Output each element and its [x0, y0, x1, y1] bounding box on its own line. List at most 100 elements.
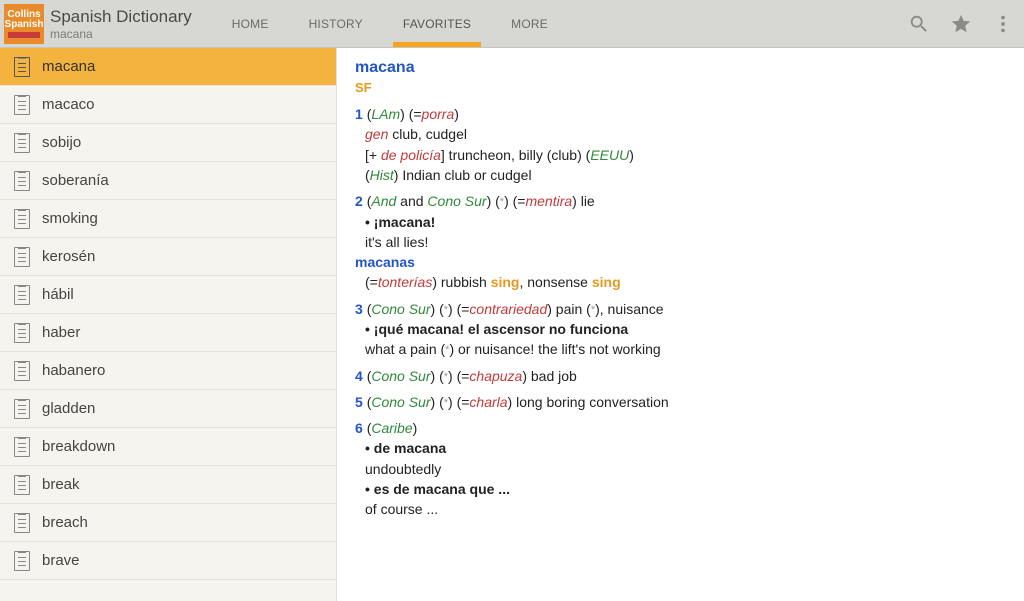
- word-item[interactable]: hábil: [0, 276, 336, 314]
- document-icon: [14, 551, 30, 571]
- sense-line: of course ...: [365, 499, 1006, 519]
- search-icon[interactable]: [898, 0, 940, 48]
- sense-line: • ¡qué macana! el ascensor no funciona: [365, 319, 1006, 339]
- seg-plain: ) (=: [504, 193, 525, 209]
- word-item[interactable]: macaco: [0, 86, 336, 124]
- word-item[interactable]: habanero: [0, 352, 336, 390]
- sense-line: what a pain (*) or nuisance! the lift's …: [365, 339, 1006, 359]
- word-label: haber: [42, 324, 80, 341]
- seg-bold: ¡macana!: [374, 214, 435, 230]
- word-label: habanero: [42, 362, 105, 379]
- sense-line: • de macana: [365, 438, 1006, 458]
- seg-bold: ¡qué macana! el ascensor no funciona: [374, 321, 628, 337]
- sense-block: 6 (Caribe)• de macanaundoubtedly• es de …: [355, 418, 1006, 519]
- app-logo: Collins Spanish: [4, 4, 44, 44]
- document-icon: [14, 247, 30, 267]
- overflow-icon[interactable]: [982, 0, 1024, 48]
- title-column: Spanish Dictionary macana: [50, 7, 192, 41]
- word-label: break: [42, 476, 80, 493]
- sense-number: 6: [355, 420, 367, 436]
- document-icon: [14, 361, 30, 381]
- sense-line: 6 (Caribe): [355, 418, 1006, 438]
- word-label: breach: [42, 514, 88, 531]
- seg-plain: and: [396, 193, 427, 209]
- word-label: macaco: [42, 96, 95, 113]
- sense-number: 1: [355, 106, 367, 122]
- sense-number: 2: [355, 193, 367, 209]
- word-item[interactable]: sobijo: [0, 124, 336, 162]
- sense-line: (=tonterías) rubbish sing, nonsense sing: [365, 272, 1006, 292]
- seg-xref: mentira: [525, 193, 572, 209]
- seg-plain: ): [454, 106, 459, 122]
- sense-line: it's all lies!: [365, 232, 1006, 252]
- seg-plain: ) (: [431, 301, 444, 317]
- word-item[interactable]: macana: [0, 48, 336, 86]
- seg-plain: ): [629, 147, 634, 163]
- tab-favorites[interactable]: FAVORITES: [383, 0, 491, 47]
- sense-block: 5 (Cono Sur) (*) (=charla) long boring c…: [355, 392, 1006, 412]
- word-item[interactable]: breakdown: [0, 428, 336, 466]
- seg-plain: ) (=: [400, 106, 421, 122]
- sense-line: (Hist) Indian club or cudgel: [365, 165, 1006, 185]
- document-icon: [14, 171, 30, 191]
- seg-bullet: •: [365, 321, 374, 337]
- sense-block: 4 (Cono Sur) (*) (=chapuza) bad job: [355, 366, 1006, 386]
- word-item[interactable]: haber: [0, 314, 336, 352]
- seg-plain: ) long boring conversation: [508, 394, 669, 410]
- sense-line: 2 (And and Cono Sur) (*) (=mentira) lie: [355, 191, 1006, 211]
- seg-xref: tonterías: [378, 274, 432, 290]
- word-item[interactable]: kerosén: [0, 238, 336, 276]
- seg-plain: ) (: [431, 394, 444, 410]
- document-icon: [14, 285, 30, 305]
- entry-panel: macanaSF1 (LAm) (=porra)gen club, cudgel…: [337, 48, 1024, 601]
- star-icon[interactable]: [940, 0, 982, 48]
- seg-xref: charla: [469, 394, 507, 410]
- seg-plain: [+: [365, 147, 381, 163]
- seg-bold: es de macana que ...: [374, 481, 510, 497]
- tab-more[interactable]: MORE: [491, 0, 568, 47]
- sense-line: • es de macana que ...: [365, 479, 1006, 499]
- document-icon: [14, 475, 30, 495]
- seg-plain: ) (: [487, 193, 500, 209]
- seg-plain: what a pain (: [365, 341, 445, 357]
- seg-plain: ): [413, 420, 418, 436]
- app-subtitle: macana: [50, 27, 192, 41]
- seg-bullet: •: [365, 214, 374, 230]
- seg-plain: ) (=: [448, 394, 469, 410]
- logo-line2: Spanish: [5, 20, 44, 30]
- sense-block: 3 (Cono Sur) (*) (=contrariedad) pain (*…: [355, 299, 1006, 360]
- seg-plain: ), nuisance: [595, 301, 663, 317]
- seg-plain: ) Indian club: [394, 167, 474, 183]
- tab-home[interactable]: HOME: [212, 0, 289, 47]
- sense-line: undoubtedly: [365, 459, 1006, 479]
- document-icon: [14, 209, 30, 229]
- seg-plain: club, cudgel: [388, 126, 467, 142]
- word-label: kerosén: [42, 248, 95, 265]
- word-item[interactable]: smoking: [0, 200, 336, 238]
- seg-region: LAm: [371, 106, 400, 122]
- word-item[interactable]: break: [0, 466, 336, 504]
- sense-line: 5 (Cono Sur) (*) (=charla) long boring c…: [355, 392, 1006, 412]
- seg-plain: ) pain (: [547, 301, 591, 317]
- seg-plain: ] truncheon, billy (club) (: [441, 147, 590, 163]
- favorites-sidebar[interactable]: macana macaco sobijo soberanía smoking kerosé…: [0, 48, 337, 601]
- seg-plain: nuisance! the lift's not working: [470, 341, 660, 357]
- sense-line: 4 (Cono Sur) (*) (=chapuza) bad job: [355, 366, 1006, 386]
- tab-history[interactable]: HISTORY: [289, 0, 383, 47]
- word-item[interactable]: soberanía: [0, 162, 336, 200]
- sense-line: gen club, cudgel: [365, 124, 1006, 144]
- seg-xlink: sing: [592, 274, 621, 290]
- document-icon: [14, 513, 30, 533]
- word-item[interactable]: brave: [0, 542, 336, 580]
- seg-region: And: [371, 193, 396, 209]
- word-label: soberanía: [42, 172, 109, 189]
- word-item[interactable]: breach: [0, 504, 336, 542]
- seg-plain: cudgel: [486, 167, 531, 183]
- seg-region: Caribe: [371, 420, 412, 436]
- document-icon: [14, 95, 30, 115]
- seg-bullet: •: [365, 440, 374, 456]
- seg-plain: of course ...: [365, 501, 438, 517]
- word-item[interactable]: gladden: [0, 390, 336, 428]
- seg-region: Hist: [370, 167, 394, 183]
- seg-gram: gen: [365, 126, 388, 142]
